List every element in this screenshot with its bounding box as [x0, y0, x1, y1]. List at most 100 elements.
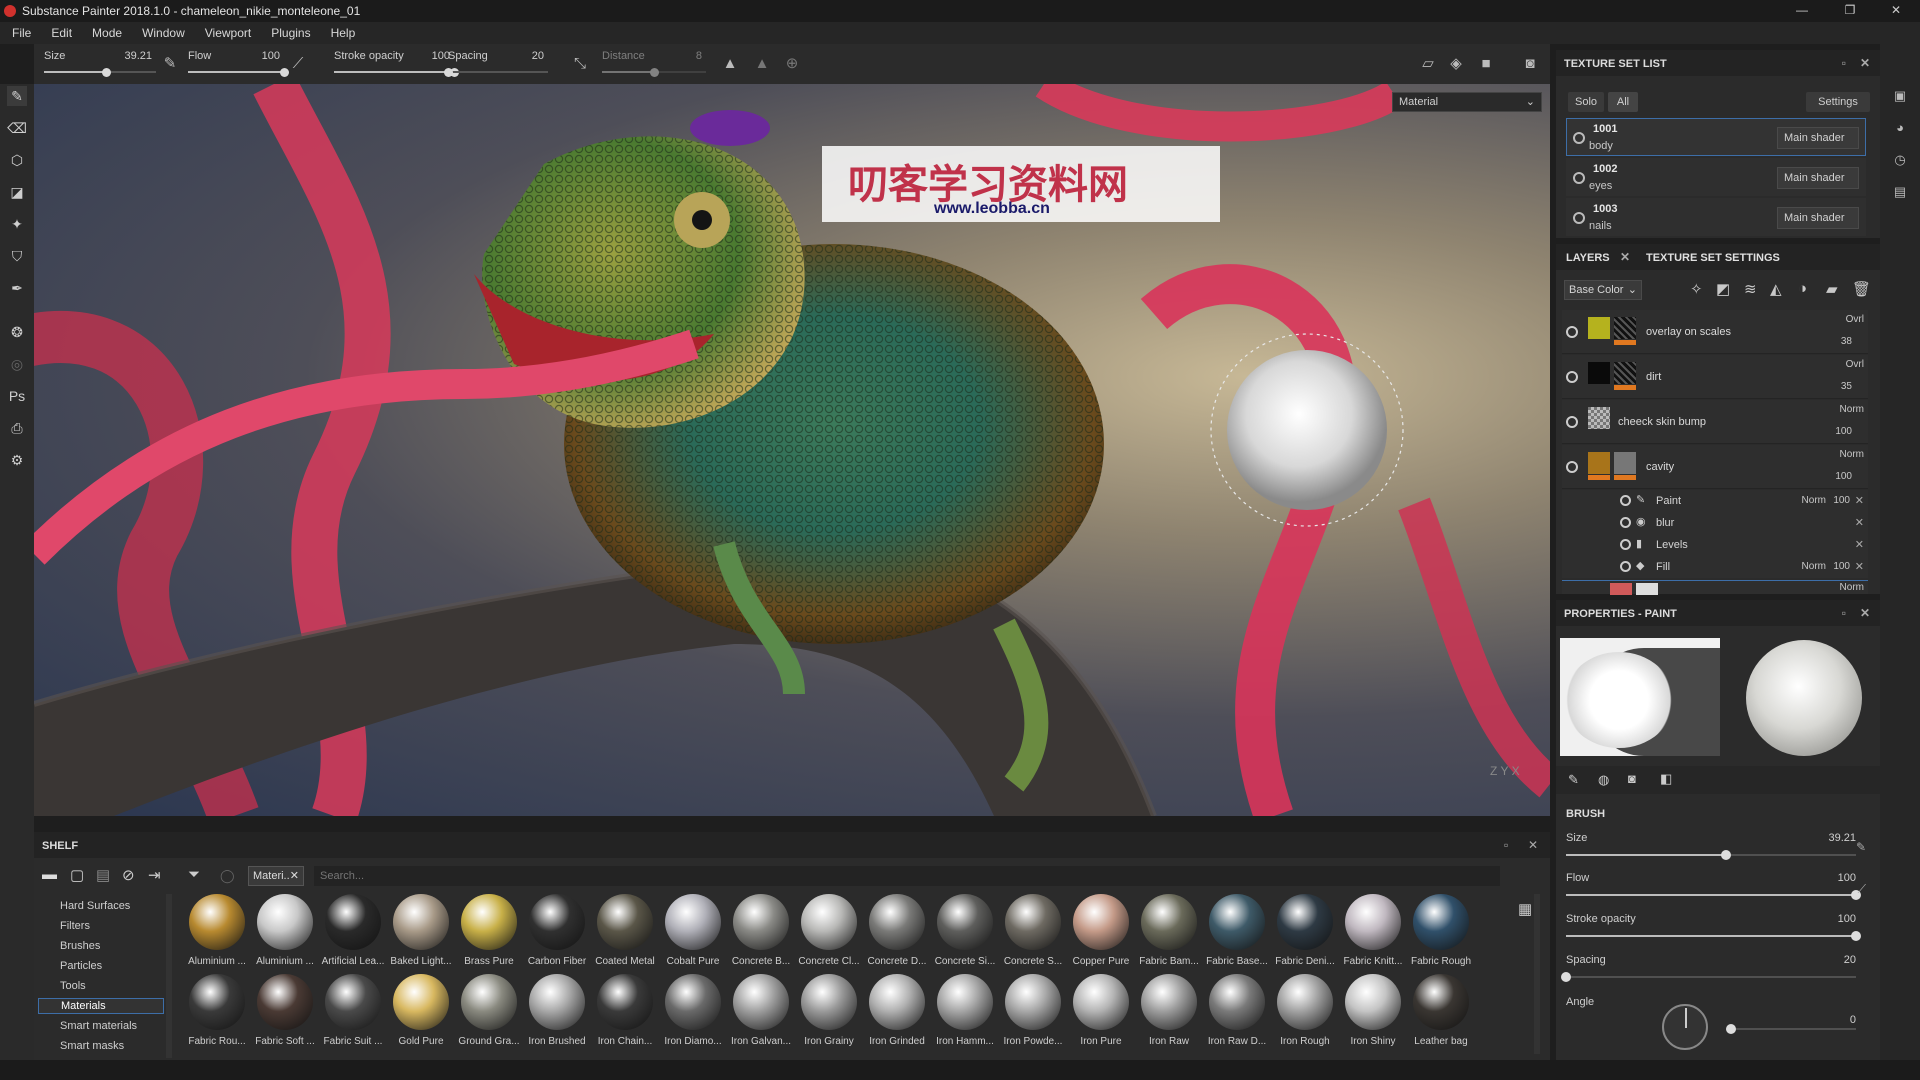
visibility-icon[interactable]	[1620, 539, 1631, 550]
visibility-icon[interactable]	[1620, 495, 1631, 506]
layer-row[interactable]: cheeck skin bump Norm 100	[1562, 400, 1868, 444]
channel-select[interactable]: Base Color ⌄	[1564, 280, 1642, 300]
alpha-tab-icon[interactable]: ◙	[1628, 771, 1636, 786]
shader-select[interactable]: Main shader	[1777, 167, 1859, 189]
material-item[interactable]: Gold Pure	[388, 974, 454, 1050]
mask-effect-row[interactable]: ✎ Paint Norm 100 ✕	[1562, 490, 1868, 512]
material-item[interactable]: Concrete Cl...	[796, 894, 862, 970]
iray-icon[interactable]: ◎	[7, 354, 27, 374]
menu-help[interactable]: Help	[331, 26, 356, 40]
folder-icon[interactable]: ▬	[42, 866, 57, 883]
material-item[interactable]: Iron Brushed	[524, 974, 590, 1050]
material-scrollbar[interactable]	[1534, 894, 1540, 1054]
texture-set-radio[interactable]	[1573, 212, 1585, 224]
brush-alpha-preview[interactable]	[1560, 638, 1720, 756]
paint-brush-icon[interactable]: ✎	[7, 86, 27, 106]
angle-slider-track[interactable]	[1726, 1028, 1856, 1030]
material-item[interactable]: Coated Metal	[592, 894, 658, 970]
screenshot-icon[interactable]: ◙	[1520, 54, 1540, 74]
smudge-icon[interactable]: ✦	[7, 214, 27, 234]
layer-row-partial[interactable]: Norm	[1562, 580, 1868, 595]
bake-icon[interactable]: ❂	[7, 322, 27, 342]
settings-dropdown[interactable]: Settings	[1806, 92, 1870, 112]
blend-mode-select[interactable]: Norm	[1840, 404, 1864, 415]
toolbar-stroke-opacity-slider[interactable]: Stroke opacity 100	[334, 48, 459, 82]
size-pen-pressure-icon[interactable]: ✎	[160, 54, 180, 74]
material-item[interactable]: Fabric Soft ...	[252, 974, 318, 1050]
shelf-category-tools[interactable]: Tools	[60, 980, 86, 992]
projection-icon[interactable]: ⬡	[7, 150, 27, 170]
material-item[interactable]: Concrete D...	[864, 894, 930, 970]
material-item[interactable]: Concrete Si...	[932, 894, 998, 970]
tab-layers[interactable]: LAYERS	[1566, 252, 1610, 264]
add-folder-icon[interactable]: ▰	[1826, 280, 1838, 298]
eraser-icon[interactable]: ⌫	[7, 118, 27, 138]
mask-thumbnail[interactable]	[1614, 452, 1636, 474]
toolbar-spacing-slider[interactable]: Spacing 20	[444, 48, 548, 82]
visibility-icon[interactable]	[1566, 416, 1578, 428]
material-item[interactable]: Aluminium ...	[252, 894, 318, 970]
shelf-category-smart-masks[interactable]: Smart masks	[60, 1040, 124, 1052]
add-paint-layer-icon[interactable]: ◭	[1770, 280, 1782, 298]
texture-set-row[interactable]: 1001 body Main shader	[1566, 118, 1866, 156]
toolbar-distance-slider[interactable]: Distance 8	[602, 48, 706, 82]
material-item[interactable]: Cobalt Pure	[660, 894, 726, 970]
material-item[interactable]: Iron Raw D...	[1204, 974, 1270, 1050]
material-tab-icon[interactable]: ◍	[1598, 772, 1609, 788]
material-item[interactable]: Copper Pure	[1068, 894, 1134, 970]
size-pressure-icon[interactable]: ✎	[1856, 840, 1866, 854]
stencil-tab-icon[interactable]: ◧	[1660, 771, 1672, 787]
minimize-button[interactable]: —	[1780, 0, 1824, 22]
mask-thumbnail[interactable]	[1614, 317, 1636, 339]
tab-texture-set-settings[interactable]: TEXTURE SET SETTINGS	[1646, 252, 1780, 264]
material-item[interactable]: Iron Hamm...	[932, 974, 998, 1050]
material-item[interactable]: Iron Grainy	[796, 974, 862, 1050]
symmetry-icon[interactable]: ▲	[720, 54, 740, 74]
brush-tab-icon[interactable]: ✎	[1568, 772, 1579, 788]
circle-filter-icon[interactable]: ◯	[220, 868, 235, 884]
material-item[interactable]: Artificial Lea...	[320, 894, 386, 970]
shelf-category-hard-surfaces[interactable]: Hard Surfaces	[60, 900, 130, 912]
close-tab-icon[interactable]: ✕	[1620, 250, 1630, 264]
settings-icon[interactable]: ⚙	[7, 450, 27, 470]
material-item[interactable]: Ground Gra...	[456, 974, 522, 1050]
polygon-fill-icon[interactable]: ◪	[7, 182, 27, 202]
add-fill-layer-icon[interactable]: ≋	[1744, 280, 1757, 298]
shelf-category-materials[interactable]: Materials	[38, 998, 164, 1014]
texture-set-list-icon[interactable]: ▣	[1890, 86, 1910, 106]
shelf-category-filters[interactable]: Filters	[60, 920, 90, 932]
texture-set-radio[interactable]	[1573, 132, 1585, 144]
blend-mode-select[interactable]: Ovrl	[1846, 359, 1864, 370]
angle-slider-knob[interactable]	[1726, 1024, 1736, 1034]
undock-icon[interactable]: ▫	[1842, 606, 1846, 620]
viewport-mode-select[interactable]: Material ⌄	[1392, 92, 1542, 112]
all-button[interactable]: All	[1608, 92, 1638, 112]
menu-mode[interactable]: Mode	[92, 26, 122, 40]
opacity-value[interactable]: 38	[1841, 336, 1852, 347]
material-item[interactable]: Iron Grinded	[864, 974, 930, 1050]
display-settings-icon[interactable]: ◕	[1890, 118, 1910, 138]
menu-edit[interactable]: Edit	[51, 26, 72, 40]
material-item[interactable]: Concrete B...	[728, 894, 794, 970]
shelf-category-particles[interactable]: Particles	[60, 960, 102, 972]
3d-viewport[interactable]: Material ⌄ 叨客学习资料网 www.leobba.cn Z Y X	[34, 84, 1550, 816]
material-item[interactable]: Iron Galvan...	[728, 974, 794, 1050]
material-item[interactable]: Iron Powde...	[1000, 974, 1066, 1050]
add-mask-icon[interactable]: ◩	[1716, 280, 1730, 298]
grid-view-icon[interactable]: ▦	[1518, 900, 1532, 918]
opacity-value[interactable]: 100	[1835, 471, 1852, 482]
material-item[interactable]: Leather bag	[1408, 974, 1474, 1050]
layer-row[interactable]: cavity Norm 100	[1562, 445, 1868, 489]
mask-effect-row[interactable]: ▮ Levels ✕	[1562, 534, 1868, 556]
close-panel-icon[interactable]: ✕	[1860, 56, 1870, 70]
texture-set-radio[interactable]	[1573, 172, 1585, 184]
brush-flow-slider[interactable]: Flow 100	[1566, 872, 1861, 908]
close-window-button[interactable]: ✕	[1874, 0, 1918, 22]
mask-thumbnail[interactable]	[1614, 362, 1636, 384]
remove-effect-icon[interactable]: ✕	[1855, 494, 1864, 507]
2d-view-icon[interactable]: ▱	[1418, 54, 1438, 74]
opacity-value[interactable]: 100	[1835, 426, 1852, 437]
layer-row[interactable]: overlay on scales Ovrl 38	[1562, 310, 1868, 354]
brush-stroke-opacity-slider[interactable]: Stroke opacity 100	[1566, 913, 1861, 949]
blend-mode-select[interactable]: Ovrl	[1846, 314, 1864, 325]
